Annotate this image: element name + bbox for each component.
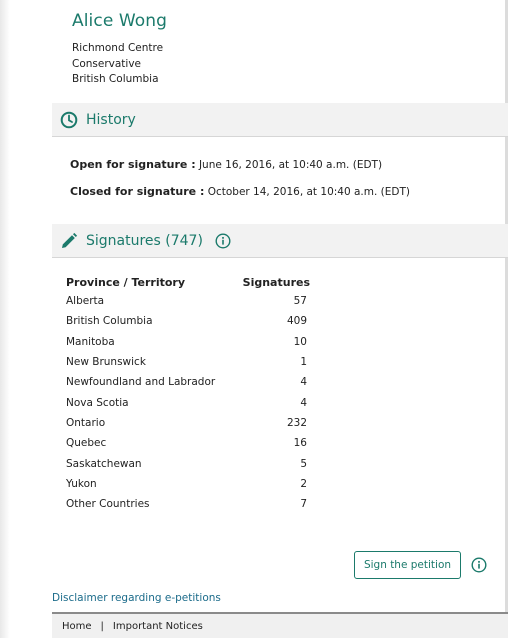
mp-riding: Richmond Centre: [72, 42, 164, 54]
table-row: New Brunswick 1: [66, 352, 311, 372]
mp-details: Richmond Centre Conservative British Col…: [72, 41, 163, 88]
petition-page: Alice Wong Richmond Centre Conservative …: [0, 0, 508, 638]
clock-icon: [60, 111, 78, 129]
signatures-table-body: Alberta 57 British Columbia 409 Manitoba 10 Ne…: [66, 291, 311, 514]
signature-count-cell: 4: [300, 376, 307, 389]
table-row: Nova Scotia 4: [66, 392, 311, 412]
signature-count-cell: 7: [300, 498, 307, 511]
footer-separator: |: [100, 620, 104, 632]
signature-count-cell: 232: [286, 416, 307, 429]
closed-for-signature: Closed for signature : October 14, 2016,…: [70, 185, 410, 198]
footer-home-link[interactable]: Home: [62, 621, 92, 632]
table-row: Quebec 16: [66, 433, 311, 453]
closed-label: Closed for signature :: [70, 185, 205, 198]
open-label: Open for signature :: [70, 158, 196, 171]
table-row: Newfoundland and Labrador 4: [66, 372, 311, 392]
province-cell: Alberta: [66, 295, 105, 308]
province-cell: Ontario: [66, 416, 106, 429]
signature-count-cell: 57: [293, 295, 307, 308]
signature-count-cell: 5: [300, 457, 307, 470]
footer-bar: Home | Important Notices: [52, 612, 508, 638]
table-row: Other Countries 7: [66, 494, 311, 514]
signatures-title: Signatures (747): [86, 232, 203, 249]
table-row: Manitoba 10: [66, 332, 311, 352]
province-cell: Newfoundland and Labrador: [66, 376, 216, 389]
mp-name: Alice Wong: [72, 11, 168, 31]
signatures-section-header: Signatures (747): [52, 224, 508, 258]
table-row: British Columbia 409: [66, 311, 311, 331]
pencil-icon: [60, 232, 78, 250]
table-header-row: Province / Territory Signatures: [66, 273, 311, 291]
signature-count-cell: 1: [300, 356, 307, 369]
column-header-province: Province / Territory: [66, 275, 186, 289]
column-header-signatures: Signatures: [242, 275, 310, 289]
mp-province: British Columbia: [72, 73, 159, 85]
province-cell: New Brunswick: [66, 356, 146, 369]
province-cell: Yukon: [66, 477, 97, 490]
left-edge-shadow: [0, 0, 10, 638]
history-title: History: [86, 111, 136, 128]
table-row: Ontario 232: [66, 413, 311, 433]
info-icon[interactable]: [471, 557, 487, 573]
sign-petition-button[interactable]: Sign the petition: [354, 551, 461, 579]
table-row: Saskatchewan 5: [66, 453, 311, 473]
signature-count-cell: 409: [286, 315, 307, 328]
table-row: Alberta 57: [66, 291, 311, 311]
signature-count-cell: 10: [293, 335, 307, 348]
disclaimer-link[interactable]: Disclaimer regarding e-petitions: [52, 592, 221, 604]
mp-party: Conservative: [72, 57, 142, 70]
province-cell: Quebec: [66, 437, 107, 450]
info-icon[interactable]: [215, 232, 231, 249]
province-cell: Manitoba: [66, 335, 115, 348]
signature-count-cell: 4: [300, 396, 307, 409]
signature-count-cell: 2: [300, 477, 307, 490]
table-row: Yukon 2: [66, 474, 311, 494]
province-cell: Other Countries: [66, 498, 150, 511]
province-cell: Saskatchewan: [66, 457, 142, 470]
closed-value: October 14, 2016, at 10:40 a.m. (EDT): [207, 186, 410, 198]
footer-important-notices-link[interactable]: Important Notices: [113, 621, 203, 632]
history-section-header: History: [52, 103, 508, 137]
province-cell: Nova Scotia: [66, 396, 129, 409]
signature-count-cell: 16: [293, 437, 307, 450]
province-cell: British Columbia: [66, 315, 153, 328]
open-value: June 16, 2016, at 10:40 a.m. (EDT): [198, 159, 383, 171]
signatures-table: Province / Territory Signatures Alberta 5…: [66, 273, 311, 514]
open-for-signature: Open for signature : June 16, 2016, at 1…: [70, 158, 382, 171]
